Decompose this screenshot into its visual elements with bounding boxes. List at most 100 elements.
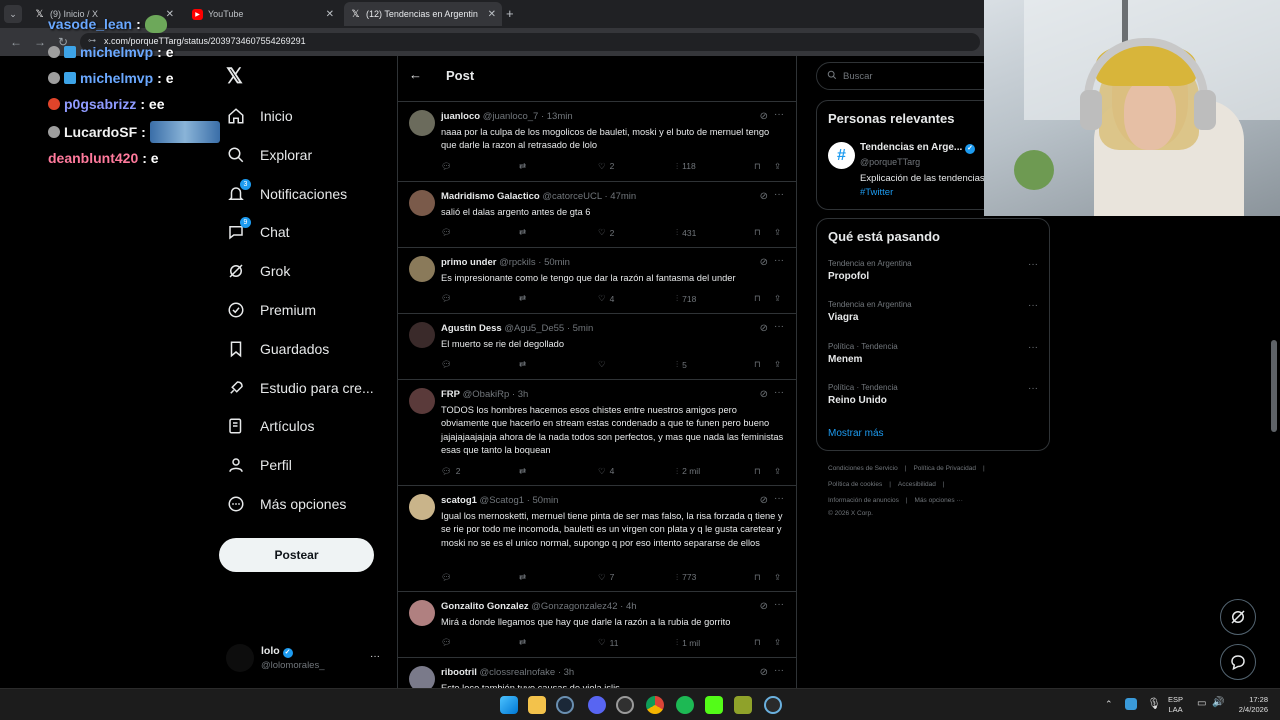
tweet-author-handle[interactable]: @Gonzagonzalez42: [531, 601, 617, 612]
clock[interactable]: 17:28 2/4/2026: [1232, 695, 1268, 715]
app-icon[interactable]: [734, 696, 752, 714]
reply-button[interactable]: 💬︎ 2: [441, 466, 461, 477]
x-logo-icon[interactable]: 𝕏: [226, 64, 243, 89]
avatar[interactable]: #: [828, 142, 855, 169]
tweet-author-handle[interactable]: @clossrealnofake: [480, 667, 556, 678]
chrome-icon[interactable]: [646, 696, 664, 714]
language-indicator[interactable]: ESP LAA: [1168, 695, 1183, 715]
sidebar-item-chat[interactable]: 9 Chat: [226, 217, 290, 244]
tweet-time[interactable]: 3h: [564, 667, 575, 678]
sidebar-item-notificaciones[interactable]: 3 Notificaciones: [226, 179, 347, 206]
discord-icon[interactable]: [588, 696, 606, 714]
close-tab-icon[interactable]: ✕: [488, 9, 496, 20]
sidebar-item-articulos[interactable]: Artículos: [226, 414, 314, 438]
bookmark-button[interactable]: ⊓: [754, 637, 761, 648]
repost-button[interactable]: ⇄: [519, 161, 526, 172]
ccleaner-icon[interactable]: [764, 696, 782, 714]
grok-icon[interactable]: ⊘: [760, 667, 768, 678]
bookmark-button[interactable]: ⊓: [754, 227, 761, 238]
sidebar-item-premium[interactable]: Premium: [226, 298, 316, 322]
sidebar-item-estudio[interactable]: Estudio para cre...: [226, 376, 374, 400]
more-icon[interactable]: ···: [1028, 383, 1038, 394]
tweet-author-handle[interactable]: @rpckils: [499, 257, 536, 268]
account-more-icon[interactable]: ···: [370, 651, 380, 662]
grok-icon[interactable]: ⊘: [760, 601, 768, 612]
more-icon[interactable]: ···: [1028, 259, 1038, 270]
tweet-time[interactable]: 5min: [573, 323, 594, 334]
like-button[interactable]: ♡ 4: [598, 466, 614, 477]
messages-floating-button[interactable]: [1220, 644, 1256, 680]
like-button[interactable]: ♡ 11: [598, 637, 618, 648]
repost-button[interactable]: ⇄: [519, 293, 526, 304]
tab-tendencias[interactable]: 𝕏 (12) Tendencias en Argentina e ✕: [344, 2, 502, 26]
like-button[interactable]: ♡: [598, 359, 610, 370]
sidebar-item-guardados[interactable]: Guardados: [226, 337, 329, 361]
grok-icon[interactable]: ⊘: [760, 323, 768, 334]
views-button[interactable]: ⫶ 1 mil: [676, 637, 700, 648]
tweet-author-handle[interactable]: @juanloco_7: [483, 111, 539, 122]
tweet[interactable]: FRP @ObakiRp · 3h ⊘ ··· TODOS los hombre…: [398, 380, 796, 486]
new-tab-button[interactable]: +: [506, 6, 514, 21]
grok-icon[interactable]: ⊘: [760, 111, 768, 122]
more-icon[interactable]: ···: [774, 387, 784, 398]
views-button[interactable]: ⫶ 5: [676, 359, 687, 370]
tab-youtube[interactable]: ▶ YouTube ✕: [186, 2, 340, 26]
show-more-link[interactable]: Mostrar más: [828, 428, 884, 439]
reply-button[interactable]: 💬︎: [441, 293, 456, 304]
sidebar-item-inicio[interactable]: Inicio: [226, 104, 293, 128]
tweet-author-name[interactable]: Agustin Dess: [441, 323, 502, 334]
tweet-author-handle[interactable]: @catorceUCL: [542, 191, 601, 202]
more-icon[interactable]: ···: [774, 321, 784, 332]
repost-button[interactable]: ⇄: [519, 227, 526, 238]
views-button[interactable]: ⫶ 718: [676, 293, 696, 304]
tweet[interactable]: Agustin Dess @Agu5_De55 · 5min ⊘ ··· El …: [398, 314, 796, 380]
tweet[interactable]: juanloco @juanloco_7 · 13min ⊘ ··· naaa …: [398, 102, 796, 182]
more-icon[interactable]: ···: [774, 189, 784, 200]
trend-item[interactable]: Política · Tendencia Reino Unido ···: [828, 383, 1038, 406]
microphone-icon[interactable]: 🎙: [1147, 697, 1161, 710]
avatar[interactable]: [409, 256, 435, 282]
repost-button[interactable]: ⇄: [519, 359, 526, 370]
sidebar-item-perfil[interactable]: Perfil: [226, 453, 292, 477]
windows-start-icon[interactable]: [500, 696, 518, 714]
views-button[interactable]: ⫶ 118: [676, 161, 696, 172]
volume-icon[interactable]: 🔊: [1212, 697, 1224, 708]
hashtag-link[interactable]: #Twitter: [860, 187, 893, 198]
footer-link[interactable]: Condiciones de Servicio: [828, 465, 898, 472]
more-icon[interactable]: ···: [774, 493, 784, 504]
grok-icon[interactable]: ⊘: [760, 495, 768, 506]
avatar[interactable]: [409, 600, 435, 626]
share-button[interactable]: ⇪: [774, 227, 781, 238]
file-explorer-icon[interactable]: [528, 696, 546, 714]
more-icon[interactable]: ···: [774, 255, 784, 266]
bookmark-button[interactable]: ⊓: [754, 359, 761, 370]
bookmark-button[interactable]: ⊓: [754, 161, 761, 172]
footer-link[interactable]: Información de anuncios: [828, 497, 899, 504]
forward-icon[interactable]: →: [34, 35, 46, 49]
tweet-time[interactable]: 50min: [533, 495, 559, 506]
avatar[interactable]: [409, 322, 435, 348]
tweet-author-name[interactable]: scatog1: [441, 495, 477, 506]
bookmark-button[interactable]: ⊓: [754, 293, 761, 304]
more-icon[interactable]: ···: [774, 109, 784, 120]
sidebar-item-mas-opciones[interactable]: Más opciones: [226, 492, 346, 516]
tweet[interactable]: ribootril @clossrealnofake · 3h ⊘ ··· Es…: [398, 658, 796, 688]
more-icon[interactable]: ···: [774, 665, 784, 676]
footer-link[interactable]: Política de cookies: [828, 481, 882, 488]
views-button[interactable]: ⫶ 2 mil: [676, 466, 700, 477]
reply-button[interactable]: 💬︎: [441, 161, 456, 172]
obs-icon[interactable]: [616, 696, 634, 714]
share-button[interactable]: ⇪: [774, 359, 781, 370]
share-button[interactable]: ⇪: [774, 293, 781, 304]
like-button[interactable]: ♡ 7: [598, 572, 614, 583]
views-button[interactable]: ⫶ 431: [676, 227, 696, 238]
tweet-time[interactable]: 13min: [547, 111, 573, 122]
share-button[interactable]: ⇪: [774, 572, 781, 583]
back-icon[interactable]: ←: [10, 35, 22, 49]
like-button[interactable]: ♡ 4: [598, 293, 614, 304]
close-tab-icon[interactable]: ✕: [326, 9, 334, 20]
steam-icon[interactable]: [556, 696, 574, 714]
tray-chevron-icon[interactable]: ⌃: [1105, 699, 1113, 710]
reply-button[interactable]: 💬︎: [441, 359, 456, 370]
tweet[interactable]: scatog1 @Scatog1 · 50min ⊘ ··· Igual los…: [398, 486, 796, 592]
